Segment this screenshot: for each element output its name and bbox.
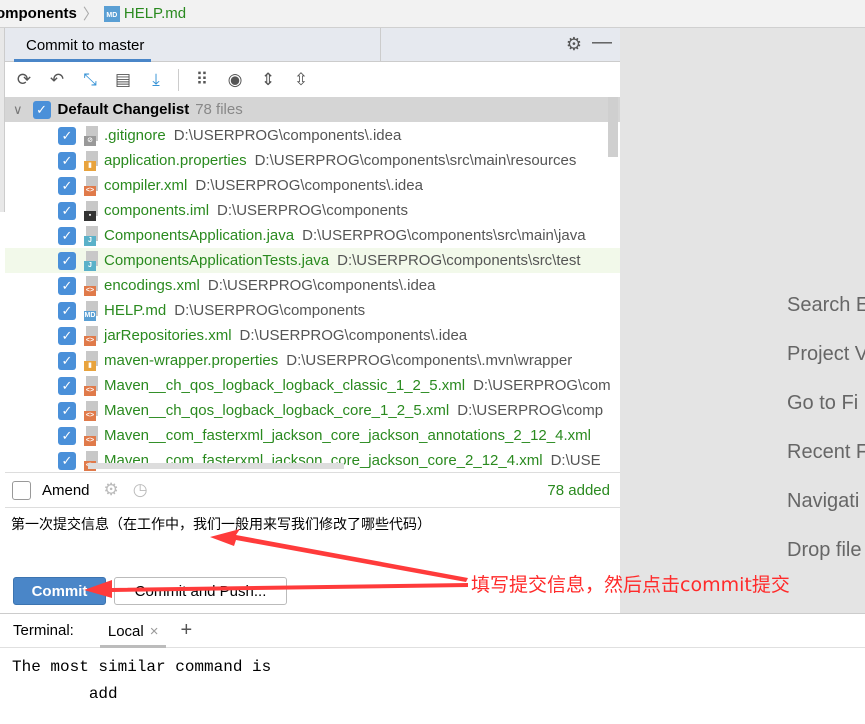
terminal-panel: Terminal: Local × + The most similar com… bbox=[0, 613, 865, 724]
arrow-to-commit bbox=[84, 580, 468, 598]
terminal-tab-bar: Terminal: Local × + bbox=[0, 613, 865, 648]
terminal-output[interactable]: The most similar command is add bbox=[12, 654, 271, 708]
close-icon[interactable]: × bbox=[150, 623, 159, 645]
add-tab-icon[interactable]: + bbox=[180, 619, 192, 642]
annotation-text: 填写提交信息，然后点击commit提交 bbox=[471, 574, 790, 596]
tab-local-label: Local bbox=[107, 622, 144, 640]
tab-local[interactable]: Local × bbox=[99, 613, 167, 648]
terminal-label: Terminal: bbox=[13, 622, 74, 639]
arrow-to-message bbox=[210, 529, 468, 582]
